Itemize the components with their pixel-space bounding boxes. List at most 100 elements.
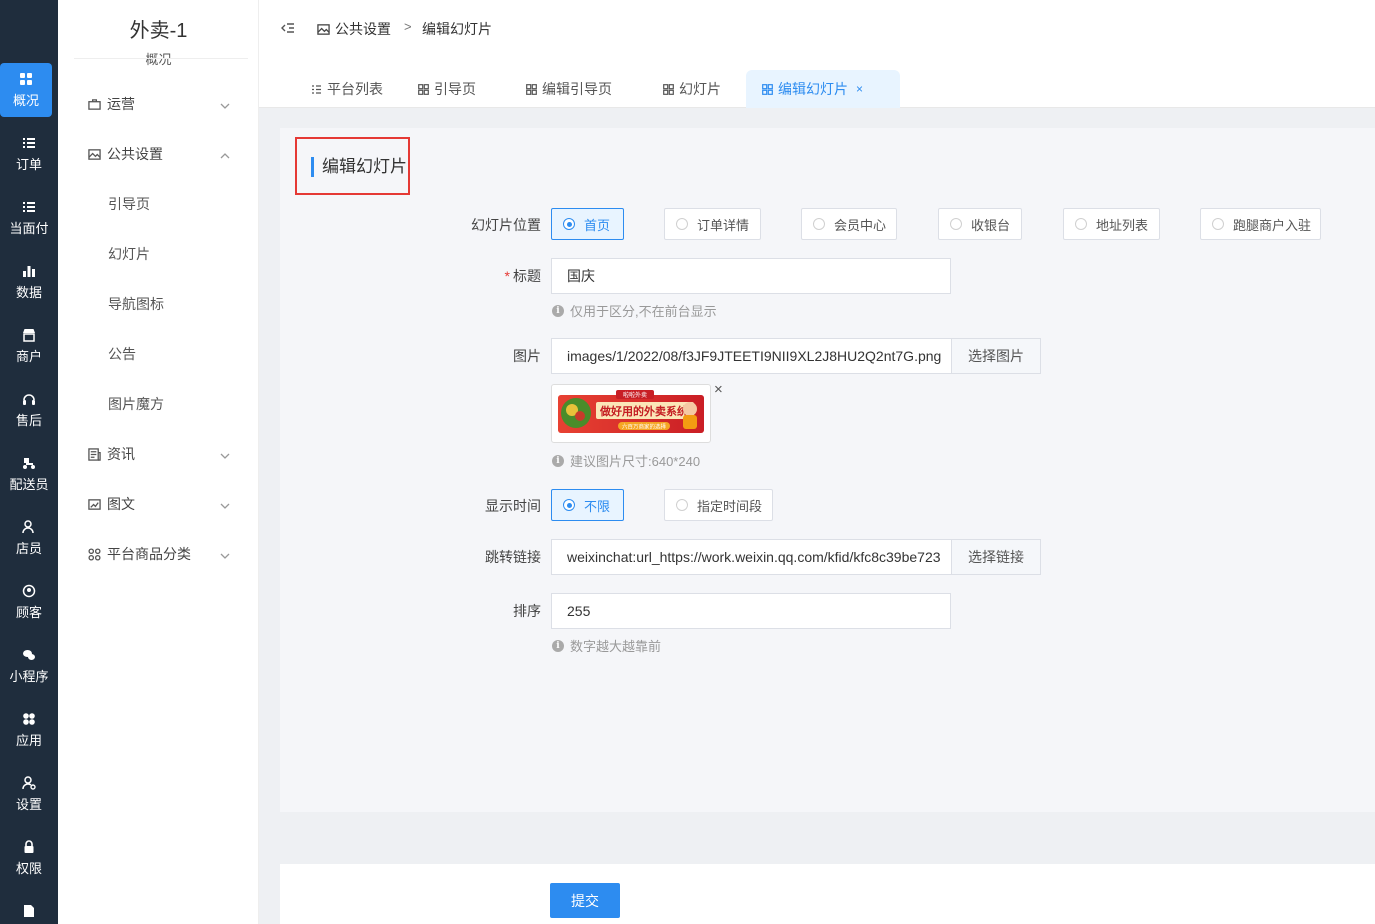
- image-label: 图片: [513, 348, 541, 364]
- radio-position-member-center[interactable]: 会员中心: [801, 208, 897, 240]
- title-hint-text: 仅用于区分,不在前台显示: [570, 304, 717, 319]
- submenu-item-guide[interactable]: 引导页: [108, 189, 238, 219]
- radio-time-unlimited[interactable]: 不限: [551, 489, 624, 521]
- radio-label: 会员中心: [834, 217, 887, 233]
- radio-dot: [813, 218, 825, 230]
- title-label: * 标题: [421, 266, 541, 286]
- breadcrumb-root-label: 公共设置: [335, 21, 391, 37]
- rail-item-permissions[interactable]: 权限: [0, 831, 58, 885]
- menu-item-news[interactable]: 资讯: [88, 439, 238, 469]
- menu-label: 平台商品分类: [107, 546, 191, 562]
- remove-image-icon[interactable]: ×: [714, 381, 723, 398]
- submenu-item-slides[interactable]: 幻灯片: [108, 239, 238, 269]
- tab-edit-slide[interactable]: 编辑幻灯片 ×: [746, 70, 900, 108]
- rail-item-merchant[interactable]: 商户: [0, 319, 58, 373]
- tab-label: 平台列表: [327, 81, 383, 97]
- image-icon: [88, 147, 102, 161]
- tab-edit-guide[interactable]: 编辑引导页: [518, 70, 620, 108]
- radio-label: 指定时间段: [697, 498, 763, 514]
- rail-item-data[interactable]: 数据: [0, 255, 58, 309]
- divider: [74, 58, 248, 59]
- tab-label: 幻灯片: [679, 81, 721, 97]
- collapse-menu-icon[interactable]: [281, 21, 295, 35]
- rail-label: 顾客: [15, 604, 42, 620]
- rail-label: 配送员: [9, 476, 49, 492]
- radio-position-errand-merchant[interactable]: 跑腿商户入驻: [1200, 208, 1321, 240]
- info-icon: i: [552, 639, 564, 652]
- rail-label: 小程序: [9, 668, 49, 684]
- radio-dot: [1212, 218, 1224, 230]
- radio-position-cashier[interactable]: 收银台: [938, 208, 1022, 240]
- rail-item-staff[interactable]: 店员: [0, 511, 58, 565]
- title-hint: i 仅用于区分,不在前台显示: [552, 301, 717, 320]
- rail-item-courier[interactable]: 配送员: [0, 447, 58, 501]
- link-input[interactable]: weixinchat:url_https://work.weixin.qq.co…: [551, 539, 952, 575]
- radio-dot: [950, 218, 962, 230]
- tab-platform-list[interactable]: 平台列表: [303, 70, 391, 108]
- radio-dot: [676, 499, 688, 511]
- radio-position-address-list[interactable]: 地址列表: [1063, 208, 1160, 240]
- rail-label: 应用: [15, 732, 42, 748]
- sort-input[interactable]: 255: [551, 593, 951, 629]
- breadcrumb-root[interactable]: 公共设置: [317, 19, 391, 39]
- grid-icon: [526, 83, 537, 95]
- radio-time-range[interactable]: 指定时间段: [664, 489, 773, 521]
- submenu-item-nav-icons[interactable]: 导航图标: [108, 289, 238, 319]
- grid-icon: [418, 83, 429, 95]
- select-image-button[interactable]: 选择图片: [952, 338, 1041, 374]
- tab-label: 编辑引导页: [542, 81, 612, 97]
- submit-button[interactable]: 提交: [550, 883, 620, 918]
- news-icon: [88, 447, 102, 461]
- grid-icon: [19, 72, 33, 86]
- submenu-item-image-cube[interactable]: 图片魔方: [108, 389, 238, 419]
- info-icon: i: [552, 454, 564, 467]
- rail-label: 概况: [12, 92, 39, 108]
- menu-item-graphics[interactable]: 图文: [88, 489, 238, 519]
- rail-item-miniprogram[interactable]: 小程序: [0, 639, 58, 693]
- main-nav-rail: 概况 订单 当面付 数据 商户 售后 配送员 店员 顾客 小程序 应用 设置 权…: [0, 0, 58, 924]
- rail-item-overview[interactable]: 概况: [0, 63, 52, 117]
- menu-item-operations[interactable]: 运营: [88, 89, 238, 119]
- title-input[interactable]: 国庆: [551, 258, 951, 294]
- breadcrumb-separator: >: [404, 19, 412, 34]
- select-link-button[interactable]: 选择链接: [952, 539, 1041, 575]
- tab-guide[interactable]: 引导页: [410, 70, 484, 108]
- list-icon: [22, 200, 36, 214]
- banner-sub: 六百万商家的选择: [622, 423, 667, 431]
- submenu-item-notice[interactable]: 公告: [108, 339, 238, 369]
- rail-item-more[interactable]: [0, 894, 58, 924]
- sort-hint-text: 数字越大越靠前: [570, 639, 662, 654]
- menu-item-product-category[interactable]: 平台商品分类: [88, 539, 238, 569]
- apps-icon: [22, 712, 36, 726]
- rail-item-customers[interactable]: 顾客: [0, 575, 58, 629]
- time-label: 显示时间: [485, 498, 541, 514]
- lock-icon: [22, 839, 36, 854]
- position-label: 幻灯片位置: [471, 217, 541, 233]
- radio-position-home[interactable]: 首页: [551, 208, 624, 240]
- sub-sidebar: 外卖-1 概况 运营 公共设置 引导页 幻灯片 导航图标 公告 图片魔方 资讯 …: [58, 0, 259, 924]
- menu-item-public-settings[interactable]: 公共设置: [88, 139, 238, 169]
- tab-slides[interactable]: 幻灯片: [655, 70, 729, 108]
- image-hint-text: 建议图片尺寸:640*240: [570, 454, 701, 469]
- list-icon: [312, 84, 321, 94]
- rail-label: 权限: [15, 860, 42, 876]
- rail-item-facepay[interactable]: 当面付: [0, 191, 58, 245]
- radio-label: 首页: [584, 217, 611, 233]
- breadcrumb-current: 编辑幻灯片: [422, 21, 492, 37]
- rail-label: 设置: [15, 796, 42, 812]
- radio-label: 收银台: [971, 217, 1011, 233]
- rail-item-apps[interactable]: 应用: [0, 703, 58, 757]
- rail-item-orders[interactable]: 订单: [0, 127, 58, 181]
- menu-label: 图文: [107, 496, 135, 512]
- radio-dot: [676, 218, 688, 230]
- rail-item-aftersale[interactable]: 售后: [0, 383, 58, 437]
- user-gear-icon: [22, 775, 36, 790]
- close-icon[interactable]: ×: [856, 82, 863, 96]
- sort-hint: i 数字越大越靠前: [552, 636, 661, 655]
- radio-dot: [563, 218, 575, 230]
- image-path-input[interactable]: images/1/2022/08/f3JF9JTEETI9NII9XL2J8HU…: [551, 338, 952, 374]
- tab-bar: 平台列表 引导页 编辑引导页 幻灯片 编辑幻灯片 ×: [259, 56, 1375, 108]
- rail-item-settings[interactable]: 设置: [0, 767, 58, 821]
- briefcase-icon: [88, 97, 102, 111]
- radio-position-order-detail[interactable]: 订单详情: [664, 208, 761, 240]
